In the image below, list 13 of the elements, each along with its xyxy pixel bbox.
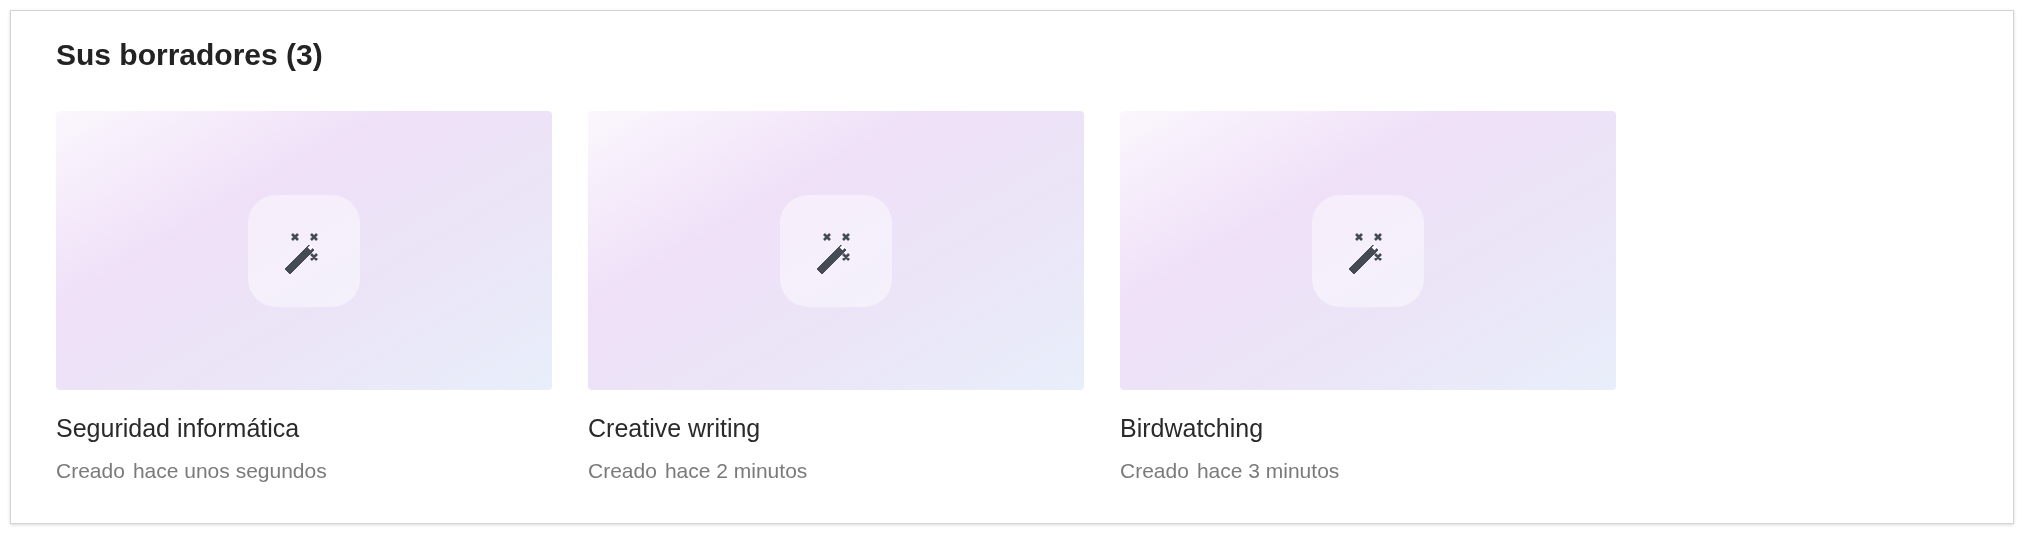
- created-time: hace 3 minutos: [1196, 457, 1340, 484]
- draft-title[interactable]: Seguridad informática: [56, 412, 552, 445]
- draft-title[interactable]: Creative writing: [588, 412, 1084, 445]
- draft-title[interactable]: Birdwatching: [1120, 412, 1616, 445]
- draft-thumbnail[interactable]: [56, 111, 552, 390]
- created-label: Creado: [1120, 457, 1189, 484]
- created-label: Creado: [56, 457, 125, 484]
- draft-thumbnail[interactable]: [1120, 111, 1616, 390]
- created-time: hace 2 minutos: [664, 457, 808, 484]
- draft-thumbnail[interactable]: [588, 111, 1084, 390]
- created-label: Creado: [588, 457, 657, 484]
- section-title: Sus borradores (3): [56, 37, 324, 73]
- created-time: hace unos segundos: [132, 457, 327, 484]
